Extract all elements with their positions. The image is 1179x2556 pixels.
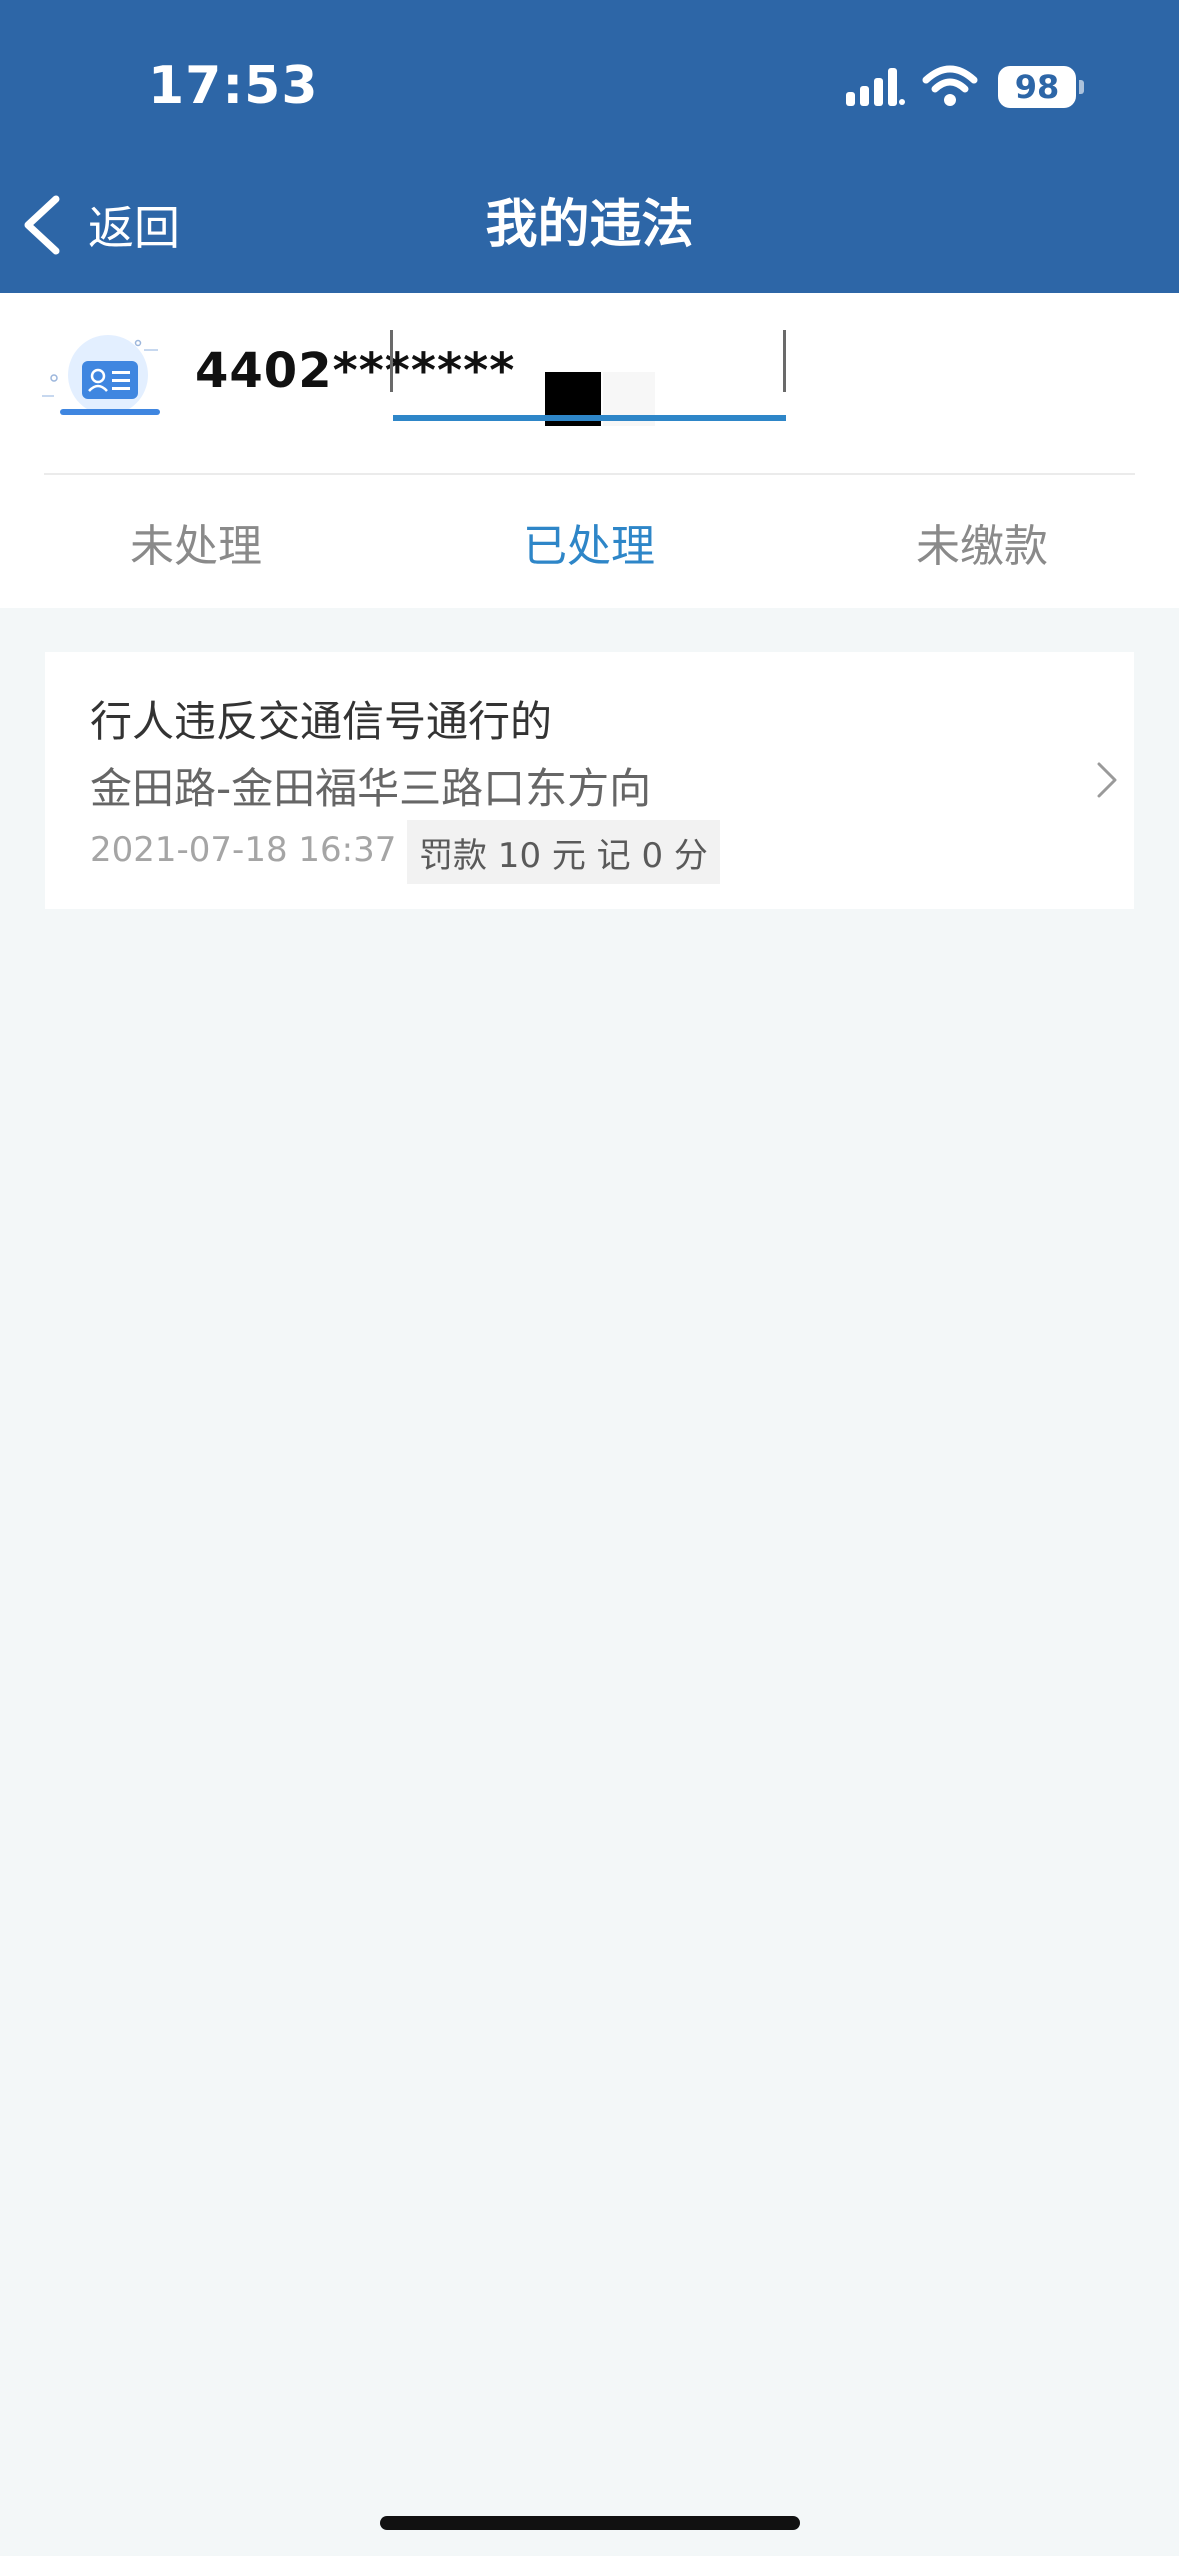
tab-processed[interactable]: 已处理 — [393, 475, 785, 608]
license-section: 4402******* 未处理 已处理 未缴款 — [0, 293, 1179, 608]
id-card-icon — [42, 335, 160, 415]
battery-icon: 98 — [998, 66, 1076, 108]
penalty-badge: 罚款 10 元 记 0 分 — [407, 820, 720, 884]
tab-separator — [390, 330, 393, 392]
violation-location: 金田路-金田福华三路口东方向 — [90, 764, 652, 813]
header: 17:53 98 返回 我的违法 — [0, 0, 1179, 293]
battery-cap — [1079, 80, 1084, 94]
tab-unpaid[interactable]: 未缴款 — [786, 475, 1178, 608]
violation-title: 行人违反交通信号通行的 — [90, 697, 553, 746]
status-time: 17:53 — [148, 56, 319, 116]
wifi-icon — [922, 65, 978, 106]
tab-unprocessed[interactable]: 未处理 — [0, 475, 392, 608]
tab-bar: 未处理 已处理 未缴款 — [0, 475, 1179, 608]
active-tab-indicator — [393, 415, 786, 421]
violation-time: 2021-07-18 16:37 — [90, 830, 397, 870]
cellular-signal-icon — [846, 68, 905, 106]
home-indicator[interactable] — [380, 2516, 800, 2530]
chevron-right-icon — [1097, 762, 1117, 798]
violation-record[interactable]: 行人违反交通信号通行的 金田路-金田福华三路口东方向 2021-07-18 16… — [45, 652, 1134, 909]
tab-separator — [783, 330, 786, 392]
id-number: 4402******* — [195, 343, 516, 399]
page-title: 我的违法 — [485, 195, 694, 255]
